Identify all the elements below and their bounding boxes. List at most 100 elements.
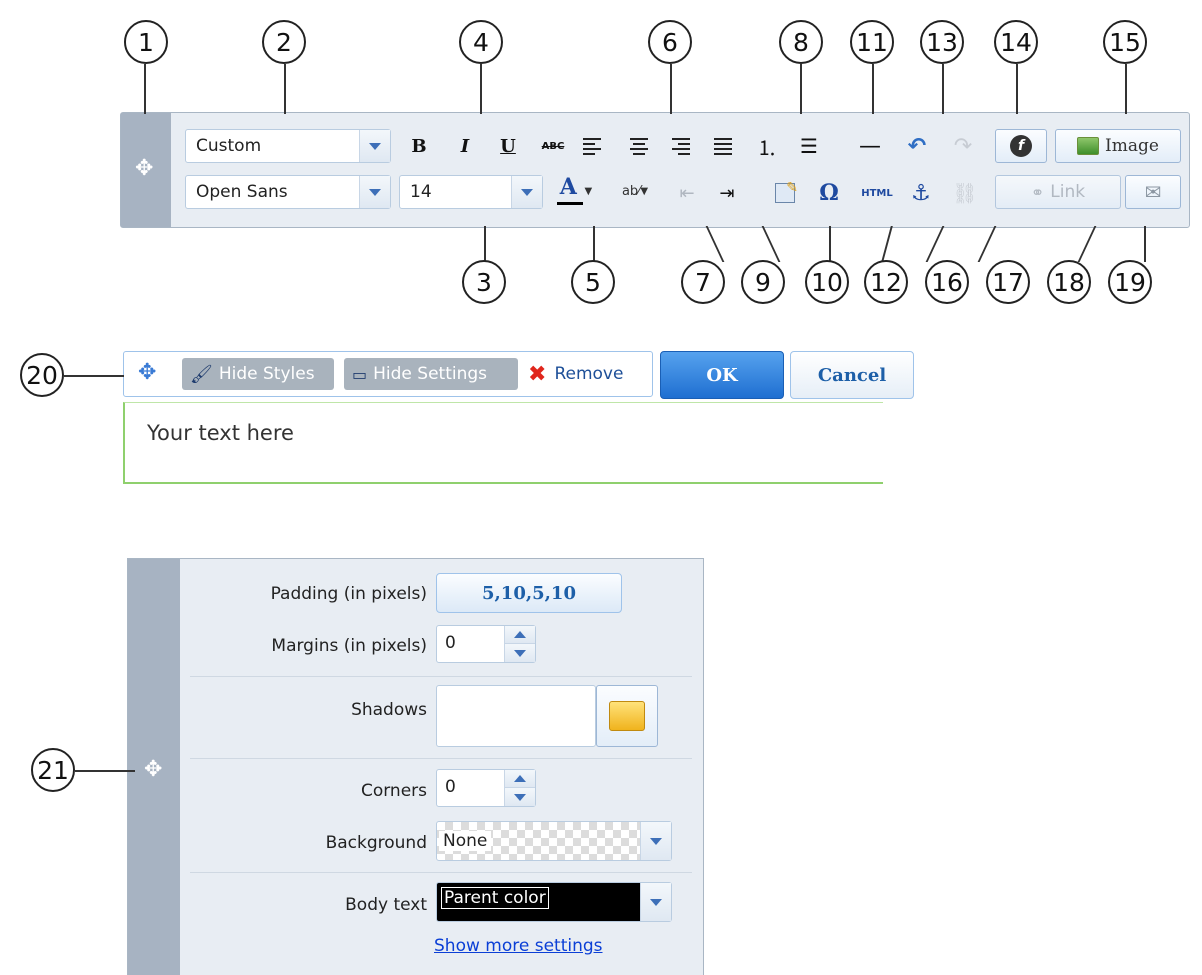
panel-drag-handle[interactable]: ✥: [128, 559, 180, 975]
corners-label: Corners: [360, 781, 427, 801]
callout-19: 19: [1108, 260, 1152, 304]
indent-icon[interactable]: ⇥: [713, 179, 741, 207]
background-select[interactable]: None: [436, 821, 672, 861]
text-content-area[interactable]: Your text here: [123, 402, 883, 484]
move-icon: ✥: [135, 156, 154, 181]
margins-value: 0: [445, 633, 456, 653]
increment-icon[interactable]: [505, 770, 535, 788]
callout-11: 11: [850, 20, 894, 64]
callout-9: 9: [741, 260, 785, 304]
decrement-icon[interactable]: [505, 644, 535, 662]
text-editor-toolbar: ✥ Custom B I U ABC ⒈ ☰ — ↶ ↷ f Image Ope…: [120, 112, 1190, 228]
callout-1: 1: [124, 20, 168, 64]
background-label: Background: [325, 833, 427, 853]
highlight-icon[interactable]: ab⁄ ▼: [611, 177, 659, 205]
chevron-down-icon[interactable]: [640, 822, 671, 860]
font-color-icon[interactable]: A ▼: [551, 176, 601, 205]
folder-icon: [609, 701, 645, 731]
decrement-icon[interactable]: [505, 788, 535, 806]
flash-icon: f: [1010, 135, 1032, 157]
strikethrough-icon[interactable]: ABC: [539, 132, 567, 160]
bulleted-list-icon[interactable]: ☰: [795, 132, 823, 160]
callout-12: 12: [864, 260, 908, 304]
increment-icon[interactable]: [505, 626, 535, 644]
hide-settings-label: Hide Settings: [373, 364, 488, 384]
email-icon: ✉: [1144, 180, 1162, 204]
cancel-button[interactable]: Cancel: [790, 351, 914, 399]
outdent-icon[interactable]: ⇤: [673, 179, 701, 207]
corners-value: 0: [445, 777, 456, 797]
font-family-value: Open Sans: [196, 182, 288, 202]
brush-icon: 🖌: [190, 363, 213, 385]
image-button-label: Image: [1105, 136, 1159, 156]
underline-icon[interactable]: U: [494, 132, 522, 160]
settings-panel: ✥ Padding (in pixels) 5,10,5,10 Margins …: [127, 558, 704, 975]
body-text-color-select[interactable]: Parent color: [436, 882, 672, 922]
margins-label: Margins (in pixels): [271, 636, 427, 656]
callout-13: 13: [920, 20, 964, 64]
flash-button[interactable]: f: [995, 129, 1047, 163]
move-icon[interactable]: ✥: [138, 360, 156, 385]
callout-6: 6: [648, 20, 692, 64]
callout-4: 4: [459, 20, 503, 64]
block-controls: ✥ 🖌 Hide Styles ▭ Hide Settings ✖ Remove: [123, 351, 653, 397]
cancel-label: Cancel: [817, 364, 887, 386]
shadows-browse-button[interactable]: [596, 685, 658, 747]
edit-icon[interactable]: ✎: [771, 179, 799, 207]
shadows-field[interactable]: [436, 685, 596, 747]
background-value: None: [439, 831, 492, 851]
close-icon: ✖: [528, 361, 547, 387]
numbered-list-icon[interactable]: ⒈: [753, 132, 781, 160]
align-center-icon[interactable]: [625, 132, 653, 160]
align-right-icon[interactable]: [667, 132, 695, 160]
hide-styles-label: Hide Styles: [218, 364, 315, 384]
hide-settings-button[interactable]: ▭ Hide Settings: [344, 358, 518, 390]
corners-stepper[interactable]: 0: [436, 769, 536, 807]
font-style-select[interactable]: Custom: [185, 129, 391, 163]
link-button[interactable]: ⚭ Link: [995, 175, 1121, 209]
justify-icon[interactable]: [709, 132, 737, 160]
toolbar-drag-handle[interactable]: ✥: [121, 113, 171, 227]
align-left-icon[interactable]: [583, 132, 611, 160]
padding-value: 5,10,5,10: [482, 582, 576, 604]
undo-icon[interactable]: ↶: [903, 132, 931, 160]
ok-button[interactable]: OK: [660, 351, 784, 399]
callout-8: 8: [779, 20, 823, 64]
bold-icon[interactable]: B: [405, 132, 433, 160]
redo-icon[interactable]: ↷: [949, 132, 977, 160]
callout-7: 7: [681, 260, 725, 304]
callout-16: 16: [925, 260, 969, 304]
body-text-label: Body text: [345, 895, 427, 915]
padding-button[interactable]: 5,10,5,10: [436, 573, 622, 613]
callout-17: 17: [986, 260, 1030, 304]
callout-18: 18: [1047, 260, 1091, 304]
padding-label: Padding (in pixels): [270, 584, 427, 604]
email-button[interactable]: ✉: [1125, 175, 1181, 209]
chevron-down-icon[interactable]: [511, 176, 542, 208]
callout-21: 21: [31, 748, 75, 792]
chevron-down-icon[interactable]: [359, 176, 390, 208]
font-style-value: Custom: [196, 136, 262, 156]
settings-hide-icon: ▭: [352, 364, 368, 384]
callout-14: 14: [994, 20, 1038, 64]
margins-stepper[interactable]: 0: [436, 625, 536, 663]
font-size-select[interactable]: 14: [399, 175, 543, 209]
show-more-settings-link[interactable]: Show more settings: [434, 936, 603, 956]
link-icon: ⚭: [1030, 182, 1045, 202]
callout-5: 5: [571, 260, 615, 304]
font-family-select[interactable]: Open Sans: [185, 175, 391, 209]
remove-button[interactable]: ✖ Remove: [528, 358, 623, 390]
html-icon[interactable]: HTML: [859, 179, 895, 207]
hide-styles-button[interactable]: 🖌 Hide Styles: [182, 358, 334, 390]
chevron-down-icon[interactable]: [640, 883, 671, 921]
horizontal-rule-icon[interactable]: —: [856, 132, 884, 160]
italic-icon[interactable]: I: [451, 132, 479, 160]
chevron-down-icon[interactable]: [359, 130, 390, 162]
unlink-icon[interactable]: ⛓: [951, 179, 979, 207]
special-char-icon[interactable]: Ω: [815, 179, 843, 207]
content-text: Your text here: [147, 421, 294, 445]
move-icon: ✥: [144, 757, 163, 782]
anchor-icon[interactable]: ⚓: [907, 179, 935, 207]
image-button[interactable]: Image: [1055, 129, 1181, 163]
callout-2: 2: [262, 20, 306, 64]
